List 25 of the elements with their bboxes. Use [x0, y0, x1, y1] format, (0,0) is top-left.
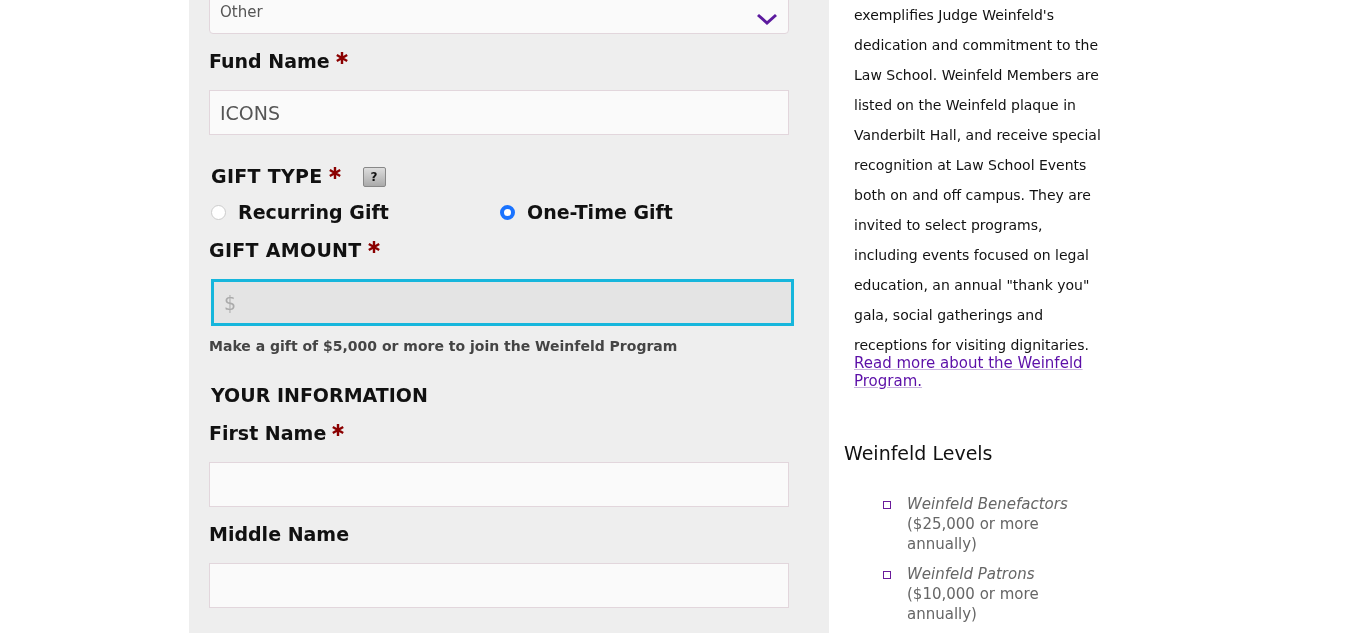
section-heading: YOUR INFORMATION	[210, 384, 429, 406]
fund-name-field[interactable]: ICONS	[209, 90, 789, 135]
body-text: exemplifies Judge Weinfeld's dedication and commitment to the Law School. Weinfeld Members are listed on the Weinfeld plaque in Vanderbilt Hall, and receive special recognition at Law School Events both on and off campus. They are invited to select programs, including events focused on legal education, an annual "thank you" gala, social gatherings and receptions for visiting dignitaries.	[854, 6, 1102, 355]
levels-heading: Weinfeld Levels	[844, 442, 994, 464]
radio-button[interactable]	[500, 204, 515, 220]
read-more-link[interactable]: Read more about the Weinfeld Program.	[854, 354, 1104, 390]
text-field[interactable]	[209, 563, 789, 608]
radio-button[interactable]	[211, 204, 226, 220]
radio-label[interactable]: One-Time Gift	[527, 201, 673, 223]
bullet-icon	[883, 501, 891, 509]
level-item: Weinfeld Benefactors ($25,000 or more annually)	[907, 494, 1069, 554]
chevron-down-icon	[756, 13, 778, 25]
field-label: First Name	[209, 422, 327, 444]
help-button[interactable]: ?	[362, 167, 386, 187]
field-label: GIFT TYPE	[211, 165, 323, 187]
field-label: Fund Name	[209, 50, 330, 72]
level-item: Weinfeld Patrons ($10,000 or more annually)	[907, 564, 1040, 624]
text-field[interactable]	[209, 462, 789, 507]
hint-text: Make a gift of $5,000 or more to join the Weinfeld Program	[209, 338, 679, 354]
field-label: Middle Name	[209, 523, 350, 545]
fund-select[interactable]: Other	[209, 0, 789, 34]
radio-label[interactable]: Recurring Gift	[238, 201, 389, 223]
field-label: GIFT AMOUNT	[209, 239, 362, 261]
gift-amount-field[interactable]: $	[211, 279, 794, 326]
bullet-icon	[883, 571, 891, 579]
